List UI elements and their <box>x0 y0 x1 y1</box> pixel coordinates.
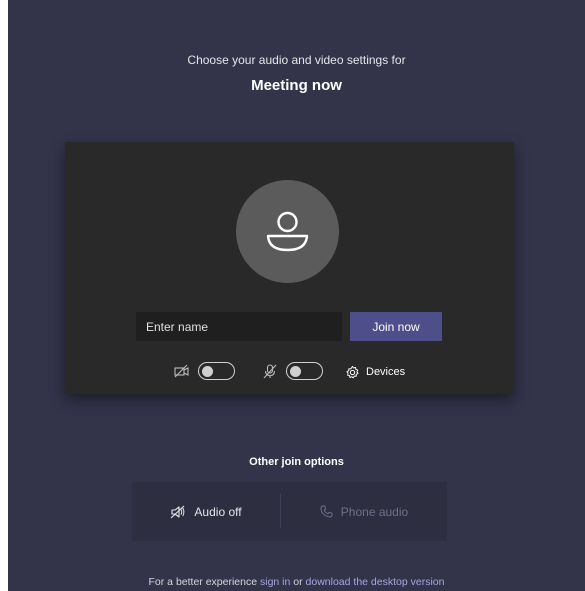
camera-toggle-knob <box>202 365 213 377</box>
join-options-panel: Audio off Phone audio <box>132 482 447 541</box>
footer-middle: or <box>290 576 306 588</box>
footer-prefix: For a better experience <box>148 576 260 588</box>
person-icon <box>266 211 309 252</box>
pre-join-screen: Choose your audio and video settings for… <box>8 0 585 591</box>
name-input[interactable] <box>136 312 342 341</box>
devices-button[interactable]: Devices <box>345 364 405 380</box>
phone-audio-option[interactable]: Phone audio <box>281 482 447 541</box>
mic-toggle[interactable] <box>286 362 323 380</box>
mic-toggle-knob <box>290 365 301 377</box>
meeting-title: Meeting now <box>251 77 342 94</box>
camera-toggle[interactable] <box>198 362 235 380</box>
gear-icon <box>345 365 360 380</box>
mic-off-icon <box>263 364 277 384</box>
devices-label: Devices <box>366 366 406 378</box>
settings-subtitle: Choose your audio and video settings for <box>187 53 406 67</box>
phone-audio-label: Phone audio <box>340 504 409 519</box>
avatar <box>236 180 339 283</box>
speaker-off-icon <box>170 505 186 519</box>
camera-off-icon <box>174 364 190 383</box>
audio-off-label: Audio off <box>194 504 242 519</box>
video-preview-panel: Join now <box>65 142 514 394</box>
phone-icon <box>320 505 333 518</box>
audio-off-option[interactable]: Audio off <box>132 482 280 541</box>
join-now-button[interactable]: Join now <box>350 312 442 341</box>
footer-note: For a better experience sign in or downl… <box>8 576 585 588</box>
sign-in-link[interactable]: sign in <box>260 576 290 588</box>
download-desktop-link[interactable]: download the desktop version <box>306 576 445 588</box>
other-join-options-title: Other join options <box>249 456 344 468</box>
